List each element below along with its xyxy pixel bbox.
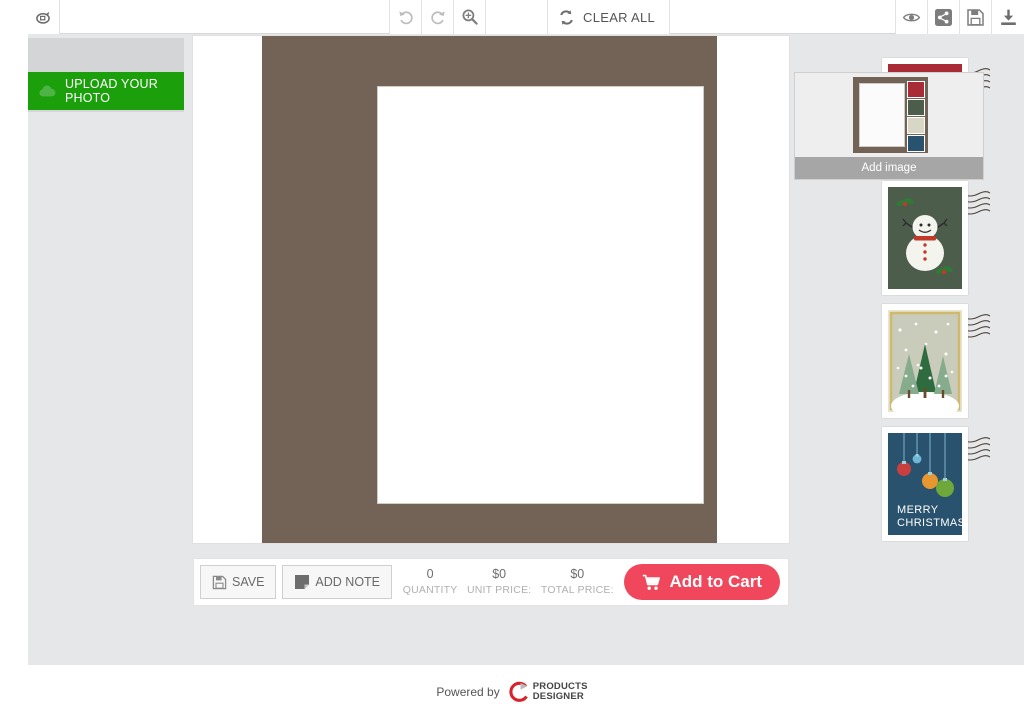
save-design-button[interactable]: [960, 0, 992, 34]
thumbnail-stamp-2: [907, 99, 925, 116]
thumbnail-stamp-4: [907, 135, 925, 152]
add-to-cart-label: Add to Cart: [669, 572, 762, 591]
unit-price-label: UNIT PRICE:: [466, 584, 532, 597]
total-price-label: TOTAL PRICE:: [540, 584, 614, 597]
layers-thumbnail-panel[interactable]: Add image: [794, 72, 984, 180]
page-footer: Powered by PRODUCTS DESIGNER: [0, 665, 1024, 719]
design-canvas[interactable]: MERRY CHRISTMAS: [193, 36, 990, 543]
save-button[interactable]: SAVE: [200, 565, 277, 599]
price-summary: 0 QUANTITY $0 UNIT PRICE: $0 TOTAL PRICE…: [392, 566, 624, 597]
circle-arrow-icon: [35, 9, 52, 26]
total-price-block: $0 TOTAL PRICE:: [541, 566, 614, 597]
winter-pines-stamp[interactable]: [882, 304, 968, 418]
add-note-label: ADD NOTE: [315, 575, 381, 589]
unit-price-block: $0 UNIT PRICE:: [467, 566, 531, 597]
product-designer-app: CLEAR ALL UPLOAD YOUR PHOTO MERRY CHRIST…: [0, 0, 1024, 719]
toolbar-flex-gap: [670, 0, 896, 33]
add-note-button[interactable]: ADD NOTE: [282, 565, 393, 599]
photo-placeholder-area[interactable]: [377, 86, 704, 504]
stamp-slot-2[interactable]: [882, 181, 990, 295]
products-designer-logo[interactable]: PRODUCTS DESIGNER: [507, 681, 588, 703]
clear-all-button[interactable]: CLEAR ALL: [548, 0, 671, 34]
note-icon: [294, 574, 310, 590]
app-logo-button[interactable]: [28, 0, 60, 34]
unit-price-value: $0: [492, 567, 507, 582]
quantity-value: 0: [426, 567, 434, 582]
brand-line-2: DESIGNER: [532, 691, 584, 702]
redo-button[interactable]: [422, 0, 454, 34]
thumbnail-stamp-1: [907, 81, 925, 98]
save-label: SAVE: [232, 575, 265, 589]
upload-your-photo-button[interactable]: UPLOAD YOUR PHOTO: [28, 72, 184, 110]
stamp-face-2: [888, 187, 962, 289]
text-input-field[interactable]: [60, 0, 390, 33]
floppy-disk-icon: [966, 8, 985, 27]
toolbar-text-input[interactable]: [60, 0, 389, 33]
download-icon: [999, 8, 1018, 27]
clear-all-label: CLEAR ALL: [583, 9, 656, 25]
download-button[interactable]: [992, 0, 1024, 34]
undo-icon: [397, 8, 415, 26]
refresh-icon: [558, 9, 575, 26]
share-button[interactable]: [928, 0, 960, 34]
merry-christmas-stamp[interactable]: MERRY CHRISTMAS: [882, 427, 968, 541]
add-to-cart-button[interactable]: Add to Cart: [624, 564, 780, 600]
snowman-stamp[interactable]: [882, 181, 968, 295]
stamp-slot-3[interactable]: [882, 304, 990, 418]
frame-mat[interactable]: MERRY CHRISTMAS: [262, 36, 990, 543]
stamp-caption-line2: CHRISTMAS: [897, 517, 962, 529]
bottom-action-bar: SAVE ADD NOTE 0 QUANTITY $0 UNIT PRICE: …: [193, 558, 789, 606]
powered-by-label: Powered by: [436, 685, 500, 699]
products-designer-wordmark: PRODUCTS DESIGNER: [532, 681, 588, 702]
designer-stage: UPLOAD YOUR PHOTO MERRY CHRISTMAS Add im…: [28, 34, 1024, 665]
total-price-value: $0: [570, 567, 585, 582]
quantity-label: QUANTITY: [402, 584, 458, 597]
shopping-cart-icon: [642, 574, 661, 591]
undo-button[interactable]: [390, 0, 422, 34]
redo-icon: [429, 8, 447, 26]
preview-button[interactable]: [896, 0, 928, 34]
thumbnail-stamp-3: [907, 117, 925, 134]
share-icon: [934, 8, 953, 27]
add-image-button[interactable]: Add image: [795, 157, 983, 179]
quantity-block: 0 QUANTITY: [403, 566, 458, 597]
thumbnail-photo-area: [859, 83, 905, 147]
products-designer-logo-icon: [509, 681, 528, 702]
zoom-in-icon: [461, 8, 479, 26]
thumbnail-frame-mat: [853, 77, 928, 153]
stamp-slot-4[interactable]: MERRY CHRISTMAS: [882, 427, 990, 541]
zoom-in-button[interactable]: [454, 0, 486, 34]
floppy-disk-icon: [212, 575, 227, 590]
thumbnail-stamp-group: [907, 81, 925, 153]
upload-label: UPLOAD YOUR PHOTO: [65, 77, 158, 105]
toolbar-gap: [486, 0, 548, 34]
add-image-label: Add image: [861, 162, 917, 174]
top-toolbar: CLEAR ALL: [28, 0, 1024, 34]
stamp-caption-line1: MERRY: [897, 504, 939, 516]
stamp-face-4: MERRY CHRISTMAS: [888, 433, 962, 535]
cloud-upload-icon: [37, 83, 57, 100]
stamp-face-3: [888, 310, 962, 412]
eye-icon: [902, 8, 921, 27]
left-white-gutter: [0, 0, 28, 665]
design-thumbnail[interactable]: [795, 73, 983, 157]
